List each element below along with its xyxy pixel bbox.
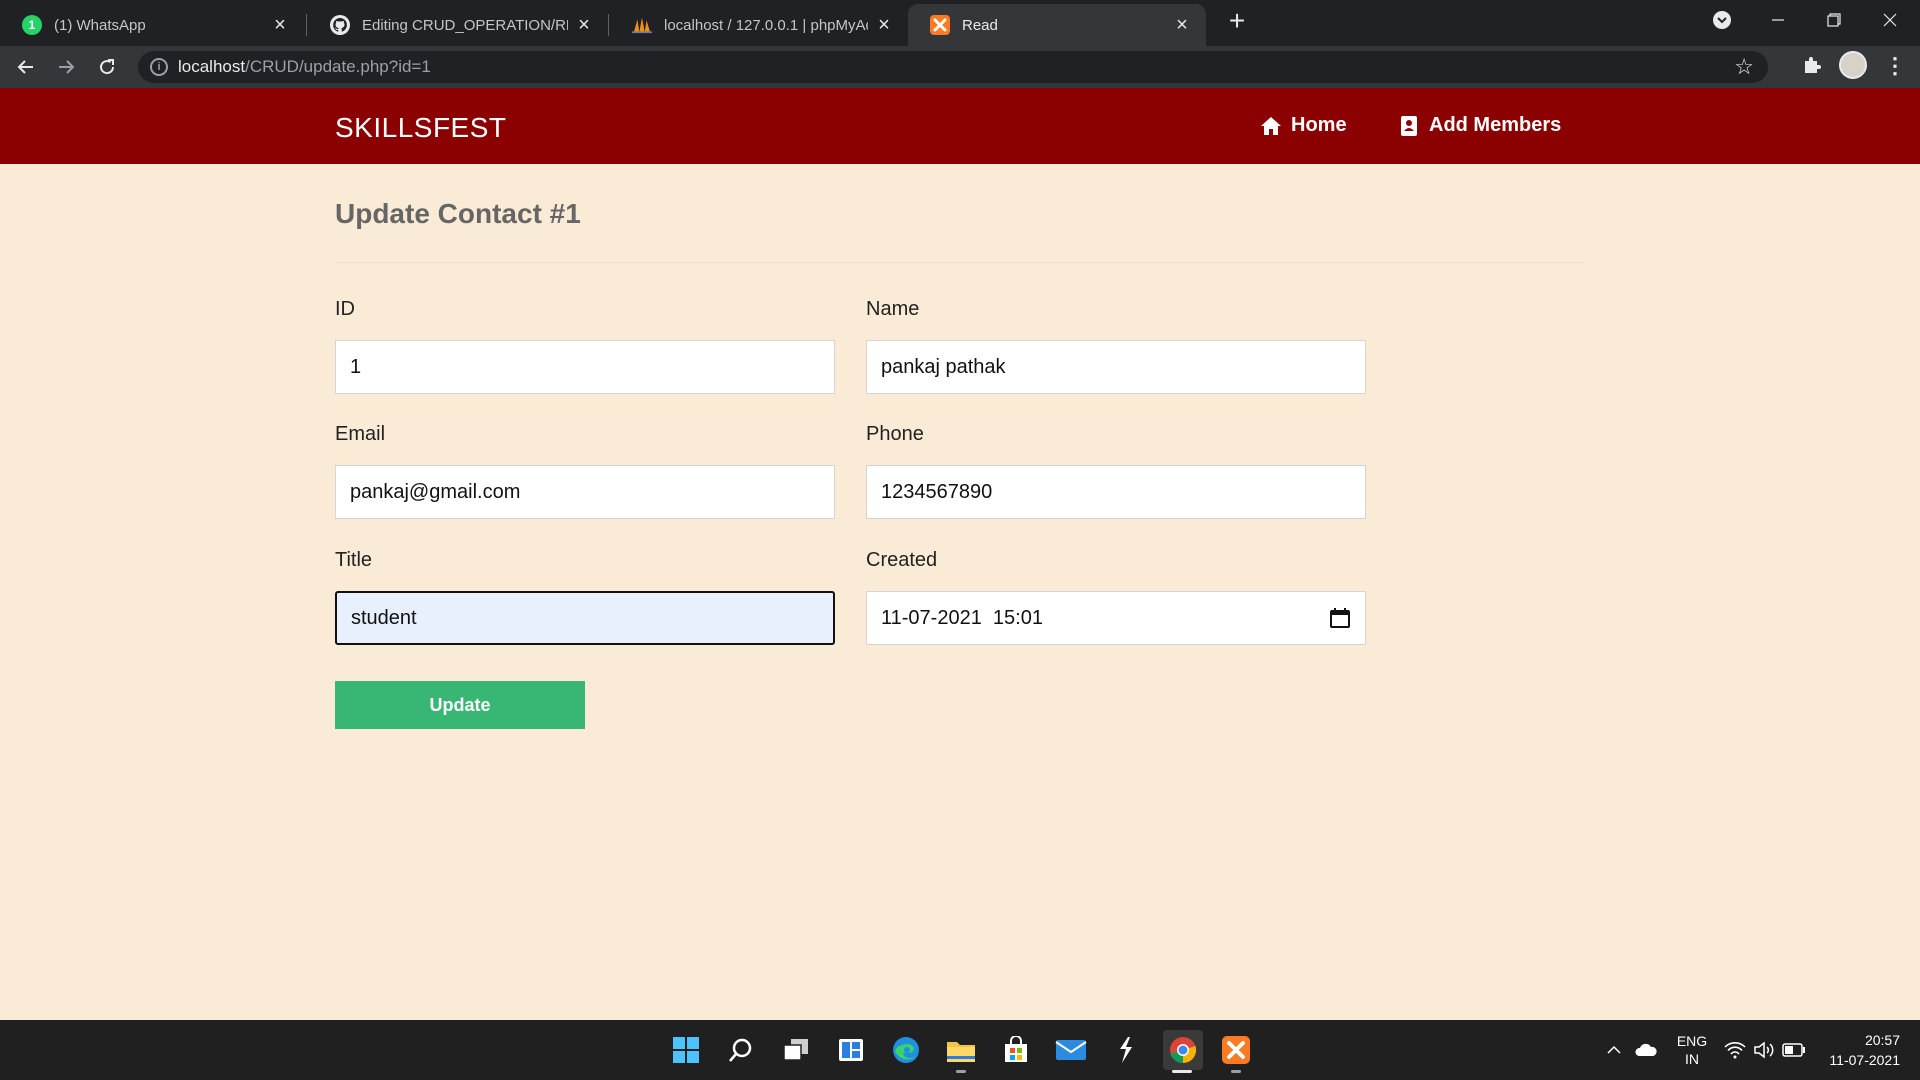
wifi-icon[interactable]	[1724, 1020, 1746, 1080]
nav-add-members-link[interactable]: Add Members	[1398, 114, 1561, 137]
volume-icon[interactable]	[1753, 1020, 1775, 1080]
id-field-group: ID 1	[335, 298, 835, 394]
phone-field-group: Phone 1234567890	[866, 423, 1366, 519]
created-label: Created	[866, 549, 938, 571]
battery-icon[interactable]	[1782, 1020, 1806, 1080]
title-field-group: Title student	[335, 549, 835, 645]
minimize-icon[interactable]	[1750, 0, 1806, 40]
site-navbar: SKILLSFEST Home Add Members	[0, 88, 1920, 164]
close-tab-icon[interactable]: ×	[270, 15, 290, 35]
calendar-icon[interactable]	[1329, 607, 1351, 629]
running-indicator	[956, 1070, 966, 1073]
widgets-icon[interactable]	[833, 1032, 869, 1068]
reload-icon[interactable]	[91, 51, 123, 83]
language-code: ENG	[1676, 1033, 1708, 1049]
name-field-group: Name pankaj pathak	[866, 298, 1366, 394]
title-input[interactable]: student	[335, 591, 835, 645]
nav-home-link[interactable]: Home	[1260, 114, 1347, 137]
close-tab-icon[interactable]: ×	[1172, 15, 1192, 35]
tab-whatsapp[interactable]: 1 (1) WhatsApp ×	[0, 4, 304, 46]
nav-home-label: Home	[1291, 114, 1347, 136]
url-text: localhost/CRUD/update.php?id=1	[178, 57, 431, 77]
extensions-puzzle-icon[interactable]	[1800, 55, 1824, 79]
profile-avatar[interactable]	[1839, 51, 1867, 79]
created-field-group: Created 11-07-2021 15:01	[866, 549, 1366, 645]
update-button[interactable]: Update	[335, 681, 585, 729]
browser-tab-strip: 1 (1) WhatsApp × Editing CRUD_OPERATION/…	[0, 0, 1920, 46]
windows-taskbar	[0, 1020, 1920, 1080]
language-indicator[interactable]: ENG IN	[1674, 1032, 1710, 1068]
close-window-icon[interactable]	[1862, 0, 1918, 40]
tab-title: (1) WhatsApp	[54, 16, 146, 34]
mail-icon[interactable]	[1053, 1032, 1089, 1068]
tab-separator	[306, 14, 307, 36]
browser-toolbar: i localhost/CRUD/update.php?id=1 ☆	[0, 46, 1920, 88]
home-icon	[1260, 116, 1282, 136]
tab-title: Editing CRUD_OPERATION/READ	[362, 16, 568, 34]
edge-browser-icon[interactable]	[888, 1032, 924, 1068]
bookmark-star-icon[interactable]: ☆	[1734, 54, 1754, 80]
start-windows-icon[interactable]	[668, 1032, 704, 1068]
url-host: localhost	[178, 57, 246, 76]
xampp-icon	[930, 15, 950, 35]
clock-date: 11-07-2021	[1829, 1052, 1900, 1068]
show-hidden-icons-chevron-icon[interactable]	[1606, 1020, 1622, 1080]
email-input[interactable]: pankaj@gmail.com	[335, 465, 835, 519]
site-info-icon[interactable]: i	[150, 58, 168, 76]
address-book-icon	[1398, 115, 1420, 136]
created-datetime-input[interactable]: 11-07-2021 15:01	[866, 591, 1366, 645]
file-explorer-icon[interactable]	[943, 1032, 979, 1068]
tab-separator	[608, 14, 609, 36]
page-title: Update Contact #1	[335, 198, 581, 229]
id-input[interactable]: 1	[335, 340, 835, 394]
tab-phpmyadmin[interactable]: localhost / 127.0.0.1 | phpMyAdm ×	[610, 4, 908, 46]
active-indicator	[1172, 1070, 1192, 1073]
microsoft-store-icon[interactable]	[998, 1032, 1034, 1068]
restore-icon[interactable]	[1806, 0, 1862, 40]
whatsapp-icon: 1	[22, 15, 42, 35]
github-icon	[330, 15, 350, 35]
chrome-icon[interactable]	[1163, 1030, 1203, 1070]
back-icon[interactable]	[10, 51, 42, 83]
xampp-taskbar-icon[interactable]	[1218, 1032, 1254, 1068]
url-path: /CRUD/update.php?id=1	[245, 57, 431, 76]
browser-menu-icon[interactable]: ⋮	[1884, 52, 1906, 80]
close-tab-icon[interactable]: ×	[574, 15, 594, 35]
tab-title: localhost / 127.0.0.1 | phpMyAdm	[664, 16, 868, 34]
running-indicator	[1231, 1070, 1241, 1073]
clock-time: 20:57	[1864, 1032, 1900, 1048]
id-label: ID	[335, 298, 355, 320]
onedrive-cloud-icon[interactable]	[1634, 1020, 1658, 1080]
name-label: Name	[866, 298, 920, 320]
phpmyadmin-icon	[632, 15, 652, 35]
email-label: Email	[335, 423, 386, 445]
search-icon[interactable]	[723, 1032, 759, 1068]
tab-github[interactable]: Editing CRUD_OPERATION/READ ×	[308, 4, 608, 46]
new-tab-button[interactable]: +	[1222, 6, 1252, 36]
tab-read[interactable]: Read ×	[908, 4, 1206, 46]
phone-input[interactable]: 1234567890	[866, 465, 1366, 519]
tab-search-button[interactable]	[1694, 0, 1750, 40]
sublime-app-icon[interactable]	[1108, 1032, 1144, 1068]
system-clock[interactable]: 20:57 11-07-2021	[1824, 1030, 1900, 1070]
created-value: 11-07-2021 15:01	[881, 606, 1043, 629]
nav-add-members-label: Add Members	[1429, 114, 1562, 136]
close-tab-icon[interactable]: ×	[874, 15, 894, 35]
name-input[interactable]: pankaj pathak	[866, 340, 1366, 394]
address-bar[interactable]: i localhost/CRUD/update.php?id=1 ☆	[138, 51, 1768, 83]
title-label: Title	[335, 549, 373, 571]
task-view-icon[interactable]	[778, 1032, 814, 1068]
brand-logo-text[interactable]: SKILLSFEST	[335, 112, 507, 144]
email-field-group: Email pankaj@gmail.com	[335, 423, 835, 519]
phone-label: Phone	[866, 423, 924, 445]
tab-title: Read	[962, 16, 998, 34]
forward-icon[interactable]	[50, 51, 82, 83]
divider	[335, 262, 1585, 263]
region-code: IN	[1685, 1051, 1699, 1067]
